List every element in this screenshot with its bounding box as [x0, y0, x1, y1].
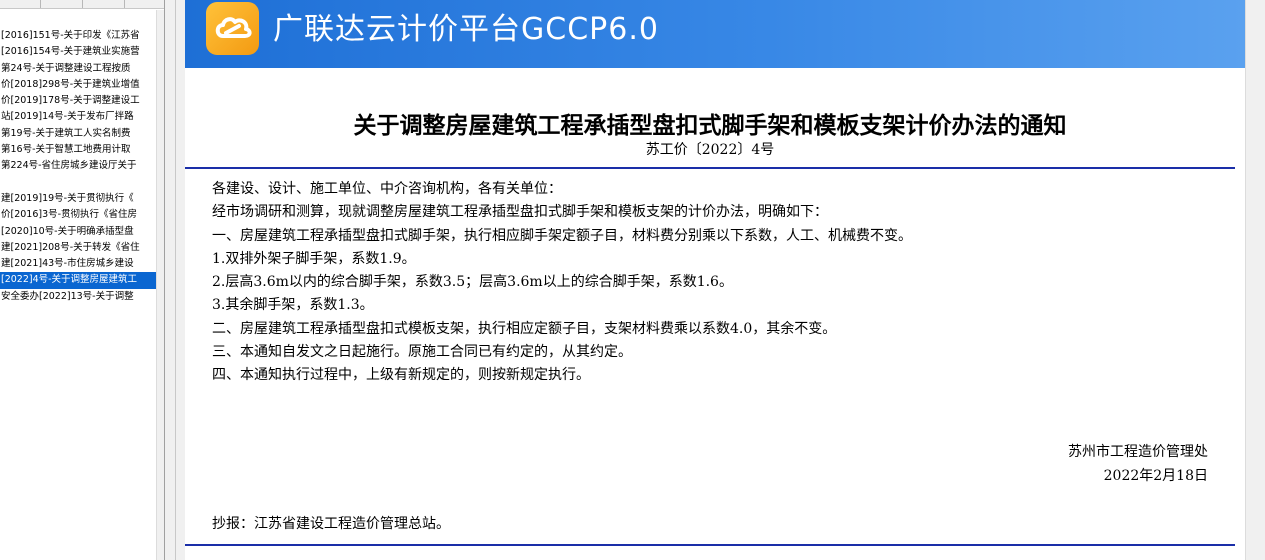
app-title: 广联达云计价平台GCCP6.0 [273, 12, 659, 47]
title-divider [185, 167, 1235, 169]
left-vertical-scrollbar[interactable] [156, 10, 164, 560]
cloud-link-logo-icon [206, 2, 259, 55]
list-item[interactable]: [2020]10号-关于明确承插型盘 [0, 224, 156, 240]
list-item[interactable]: [2016]151号-关于印发《江苏省 [0, 28, 156, 44]
list-item[interactable]: 第24号-关于调整建设工程按质 [0, 61, 156, 77]
document-list: [2016]151号-关于印发《江苏省 [2016]154号-关于建筑业实施营 … [0, 28, 156, 305]
notice-body: 各建设、设计、施工单位、中介咨询机构，各有关单位： 经市场调研和测算，现就调整房… [212, 178, 1212, 388]
list-item[interactable]: 建[2021]208号-关于转发《省住 [0, 240, 156, 256]
tab-separator [40, 0, 41, 8]
footer-divider [185, 544, 1235, 546]
list-item[interactable]: 站[2019]14号-关于发布厂拌路 [0, 109, 156, 125]
list-item[interactable]: 第19号-关于建筑工人实名制费 [0, 126, 156, 142]
notice-number: 苏工价〔2022〕4号 [645, 142, 775, 158]
signature-block: 苏州市工程造价管理处 2022年2月18日 [1068, 441, 1208, 488]
splitter-line [175, 0, 176, 560]
paragraph: 四、本通知执行过程中，上级有新规定的，则按新规定执行。 [212, 367, 590, 384]
list-item[interactable]: 建[2021]43号-市住房城乡建设 [0, 256, 156, 272]
tab-separator [124, 0, 125, 8]
document-view: 广联达云计价平台GCCP6.0 关于调整房屋建筑工程承插型盘扣式脚手架和模板支架… [185, 0, 1245, 560]
tab-separator [82, 0, 83, 8]
list-item[interactable]: 价[2019]178号-关于调整建设工 [0, 93, 156, 109]
list-item[interactable]: [2016]154号-关于建筑业实施营 [0, 44, 156, 60]
list-item[interactable]: 价[2018]298号-关于建筑业增值 [0, 77, 156, 93]
paragraph: 3.其余脚手架，系数1.3。 [212, 297, 374, 314]
list-item-selected[interactable]: [2022]4号-关于调整房屋建筑工 [0, 272, 156, 289]
list-item[interactable]: 价[2016]3号-贯彻执行《省住房 [0, 207, 156, 223]
list-item[interactable]: 建[2019]19号-关于贯彻执行《 [0, 191, 156, 207]
cc-line: 抄报：江苏省建设工程造价管理总站。 [212, 516, 450, 532]
list-item-blank [0, 175, 156, 191]
document-list-pane: [2016]151号-关于印发《江苏省 [2016]154号-关于建筑业实施营 … [0, 0, 164, 560]
issue-date: 2022年2月18日 [1103, 467, 1208, 484]
issuer-name: 苏州市工程造价管理处 [1068, 444, 1208, 460]
pane-splitter[interactable] [164, 0, 186, 560]
notice-title: 关于调整房屋建筑工程承插型盘扣式脚手架和模板支架计价办法的通知 [353, 112, 1067, 139]
paragraph: 各建设、设计、施工单位、中介咨询机构，各有关单位： [212, 181, 562, 197]
list-item[interactable]: 第224号-省住房城乡建设厅关于 [0, 158, 156, 174]
paragraph: 一、房屋建筑工程承插型盘扣式脚手架，执行相应脚手架定额子目，材料费分别乘以下系数… [212, 227, 912, 244]
paragraph: 经市场调研和测算，现就调整房屋建筑工程承插型盘扣式脚手架和模板支架的计价办法，明… [212, 204, 828, 221]
paragraph: 1.双排外架子脚手架，系数1.9。 [212, 250, 416, 267]
app-banner: 广联达云计价平台GCCP6.0 [185, 0, 1245, 68]
left-tab-strip[interactable] [0, 0, 164, 9]
list-item[interactable]: 安全委办[2022]13号-关于调整 [0, 289, 156, 305]
list-item[interactable]: 第16号-关于智慧工地费用计取 [0, 142, 156, 158]
paragraph: 三、本通知自发文之日起施行。原施工合同已有约定的，从其约定。 [212, 344, 632, 361]
paragraph: 二、房屋建筑工程承插型盘扣式模板支架，执行相应定额子目，支架材料费乘以系数4.0… [212, 320, 837, 337]
main-vertical-scrollbar[interactable] [1245, 0, 1265, 560]
paragraph: 2.层高3.6m以内的综合脚手架，系数3.5；层高3.6m以上的综合脚手架，系数… [212, 274, 733, 291]
logo-glyph [215, 17, 252, 38]
